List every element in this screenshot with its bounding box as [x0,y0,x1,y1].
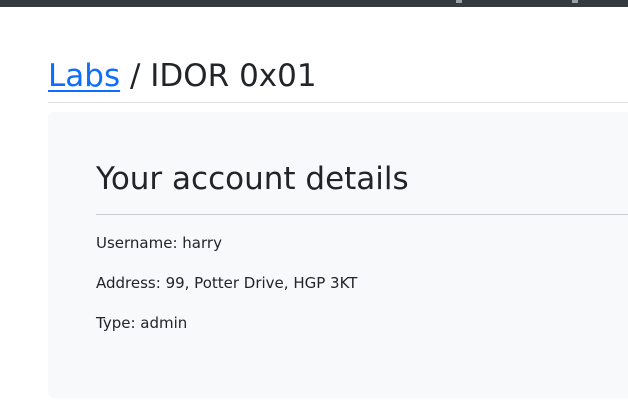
address-value: 99, Potter Drive, HGP 3KT [165,274,358,292]
type-value: admin [140,314,188,332]
address-row: Address: 99, Potter Drive, HGP 3KT [96,273,357,293]
top-navbar [0,0,628,7]
heading-divider [48,102,628,103]
address-label: Address: [96,274,166,292]
card-title: Your account details [96,161,409,197]
type-row: Type: admin [96,313,187,333]
username-value: harry [182,234,222,252]
card-divider [96,214,628,215]
labs-link[interactable]: Labs [48,58,120,94]
type-label: Type: [96,314,141,332]
username-row: Username: harry [96,233,222,253]
page-title: IDOR 0x01 [150,58,317,94]
navbar-item-fragment[interactable] [572,0,578,3]
breadcrumb: Labs / IDOR 0x01 [48,52,317,100]
username-label: Username: [96,234,183,252]
breadcrumb-separator: / [120,58,151,94]
navbar-item-fragment[interactable] [456,0,462,3]
account-details-card: Your account details Username: harry Add… [48,112,628,398]
